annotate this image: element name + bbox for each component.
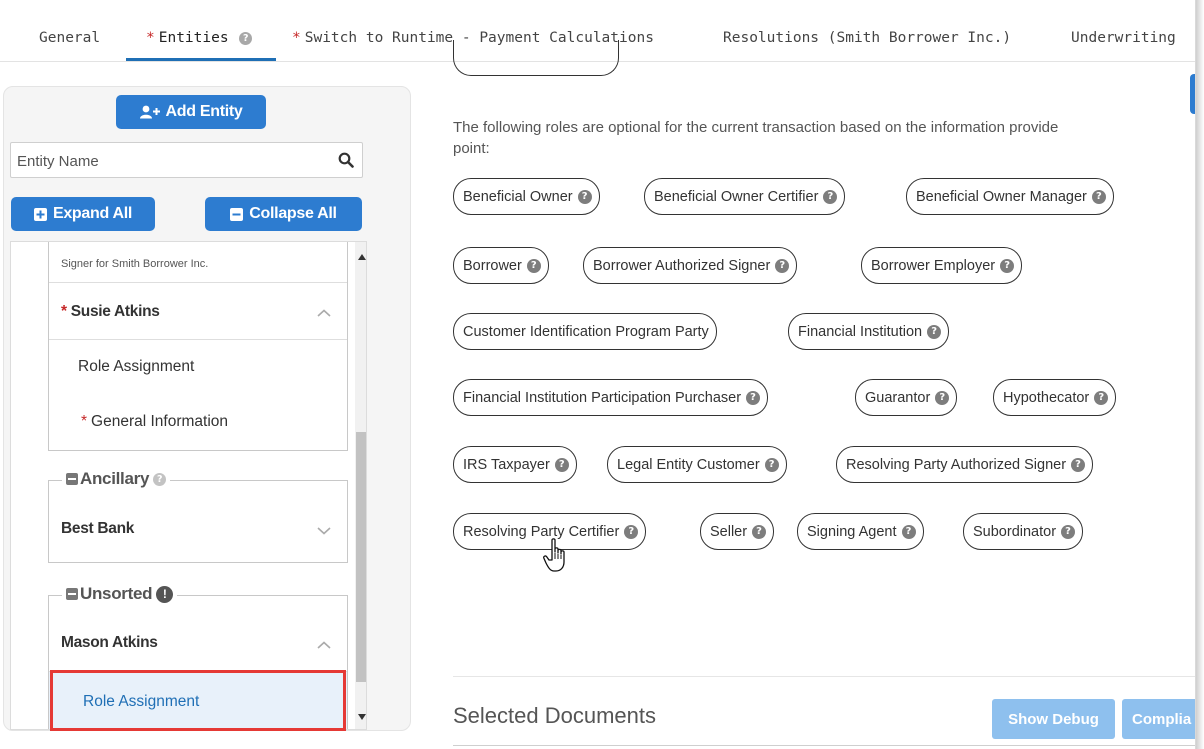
chevron-up-icon[interactable]: [317, 641, 331, 649]
scrollbar-thumb[interactable]: [356, 432, 366, 682]
help-icon[interactable]: ?: [1091, 189, 1106, 204]
group-title: Ancillary: [80, 469, 150, 488]
help-icon[interactable]: ?: [823, 189, 838, 204]
add-user-icon: [139, 105, 160, 119]
entity-row-mason-atkins[interactable]: Mason Atkins: [49, 614, 347, 672]
entity-name: Susie Atkins: [70, 303, 160, 320]
role-pill-seller[interactable]: Seller?: [700, 513, 775, 550]
tree-scrollbar[interactable]: [355, 242, 366, 729]
entity-name: Best Bank: [61, 520, 135, 537]
help-icon[interactable]: ?: [1061, 524, 1076, 539]
optional-roles-description: The following roles are optional for the…: [453, 117, 1195, 159]
app-window: General * Entities ? * Switch to Runtime -…: [0, 0, 1196, 749]
required-marker: *: [292, 30, 301, 46]
entity-search-field: [10, 142, 363, 178]
signer-caption: Signer for Smith Borrower Inc.: [61, 258, 209, 270]
help-icon[interactable]: ?: [1094, 390, 1109, 405]
sub-item-label: General Information: [91, 413, 229, 430]
help-icon[interactable]: ?: [577, 189, 592, 204]
entity-group-borrower: Signer for Smith Borrower Inc. * Susie At…: [48, 242, 348, 451]
role-pill-financial-institution-participation-purchaser[interactable]: Financial Institution Participation Purc…: [453, 379, 769, 416]
sub-item-general-information[interactable]: * General Information: [49, 395, 347, 450]
expand-all-button[interactable]: Expand All: [11, 197, 155, 231]
help-icon[interactable]: ?: [1000, 258, 1015, 273]
entity-row-susie-atkins[interactable]: * Susie Atkins: [49, 283, 347, 340]
group-title: Unsorted: [80, 584, 153, 603]
selected-documents-title: Selected Documents: [453, 703, 656, 728]
help-icon[interactable]: ?: [746, 390, 761, 405]
help-icon[interactable]: ?: [752, 524, 767, 539]
show-debug-button[interactable]: Show Debug: [992, 699, 1115, 739]
active-tab-indicator: [126, 58, 276, 61]
chevron-up-icon[interactable]: [317, 309, 331, 317]
role-pill-signing-agent[interactable]: Signing Agent?: [797, 513, 924, 550]
role-pill-borrower-authorized-signer[interactable]: Borrower Authorized Signer?: [583, 247, 798, 284]
help-icon[interactable]: ?: [901, 524, 916, 539]
collapse-all-button[interactable]: Collapse All: [205, 197, 362, 231]
tab-underwriting[interactable]: Underwriting: [1071, 30, 1176, 46]
help-icon[interactable]: ?: [239, 32, 253, 45]
description-line-1: The following roles are optional for the…: [453, 119, 1059, 136]
help-icon[interactable]: ?: [775, 258, 790, 273]
minus-square-icon: [230, 207, 244, 221]
warning-icon[interactable]: !: [156, 585, 174, 603]
required-marker: *: [146, 30, 155, 46]
plus-square-icon: [33, 207, 47, 221]
role-pill-irs-taxpayer[interactable]: IRS Taxpayer?: [453, 446, 577, 483]
role-pill-subordinator[interactable]: Subordinator?: [963, 513, 1084, 550]
entity-search-input[interactable]: [17, 149, 317, 173]
help-icon[interactable]: ?: [935, 390, 950, 405]
sub-item-role-assignment[interactable]: Role Assignment: [49, 340, 347, 395]
window-edge-shadow: [1196, 0, 1204, 749]
unsorted-legend[interactable]: Unsorted !: [62, 584, 178, 604]
tab-resolutions[interactable]: Resolutions (Smith Borrower Inc.): [723, 30, 1011, 46]
collapse-group-icon: [66, 473, 78, 485]
hand-cursor-icon: [543, 538, 565, 572]
search-icon[interactable]: [338, 152, 354, 168]
documents-panel-top-border: [453, 745, 1195, 746]
entity-group-ancillary: Best Bank: [48, 480, 348, 563]
role-pill-borrower[interactable]: Borrower?: [453, 247, 549, 284]
signer-caption-row: Signer for Smith Borrower Inc.: [49, 242, 347, 283]
chevron-down-icon[interactable]: [317, 527, 331, 535]
role-pill-customer-identification-program-party[interactable]: Customer Identification Program Party: [453, 313, 717, 350]
help-icon[interactable]: ?: [554, 457, 569, 472]
ancillary-legend[interactable]: Ancillary ?: [62, 469, 171, 489]
required-marker: *: [61, 303, 67, 320]
role-pill-legal-entity-customer[interactable]: Legal Entity Customer?: [607, 446, 787, 483]
required-marker: *: [81, 413, 88, 430]
role-pill-beneficial-owner-manager[interactable]: Beneficial Owner Manager?: [906, 178, 1114, 215]
section-divider: [453, 676, 1195, 677]
help-icon[interactable]: ?: [624, 524, 639, 539]
sub-item-label: Role Assignment: [78, 358, 195, 375]
collapse-group-icon: [66, 588, 78, 600]
entity-row-best-bank[interactable]: Best Bank: [49, 499, 347, 563]
scroll-up-arrow-icon[interactable]: [358, 254, 366, 260]
role-pill-resolving-party-authorized-signer[interactable]: Resolving Party Authorized Signer?: [836, 446, 1094, 483]
help-icon[interactable]: ?: [526, 258, 541, 273]
role-pill-hypothecator[interactable]: Hypothecator?: [993, 379, 1117, 416]
description-line-2: point:: [453, 140, 490, 157]
entity-name: Mason Atkins: [61, 634, 158, 651]
partial-pill-button[interactable]: [453, 40, 619, 76]
entity-tree: Signer for Smith Borrower Inc. * Susie At…: [10, 241, 367, 730]
tab-general[interactable]: General: [39, 30, 100, 46]
compliance-button[interactable]: Complia: [1122, 699, 1195, 739]
help-icon[interactable]: ?: [1071, 457, 1086, 472]
highlight-annotation: [50, 670, 346, 731]
help-icon[interactable]: ?: [927, 324, 942, 339]
role-pill-guarantor[interactable]: Guarantor?: [855, 379, 958, 416]
help-icon[interactable]: ?: [153, 472, 167, 486]
add-entity-button[interactable]: Add Entity: [116, 95, 266, 129]
tab-entities[interactable]: * Entities ?: [146, 30, 253, 46]
role-pill-beneficial-owner-certifier[interactable]: Beneficial Owner Certifier?: [644, 178, 846, 215]
role-pill-borrower-employer[interactable]: Borrower Employer?: [861, 247, 1023, 284]
scroll-down-arrow-icon[interactable]: [358, 714, 366, 720]
help-icon[interactable]: ?: [764, 457, 779, 472]
role-pill-financial-institution[interactable]: Financial Institution?: [788, 313, 950, 350]
role-pill-beneficial-owner[interactable]: Beneficial Owner?: [453, 178, 600, 215]
